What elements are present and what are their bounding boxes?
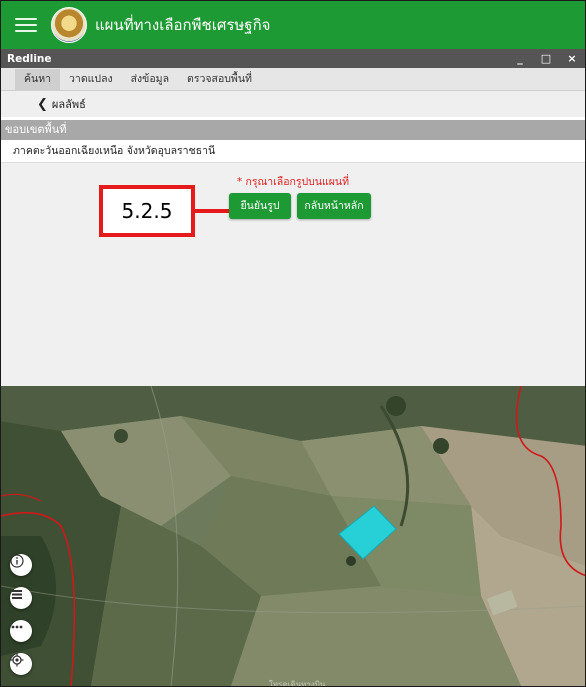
confirm-shape-button[interactable]: ยืนยันรูป	[229, 193, 291, 219]
hint-text: * กรุณาเลือกรูปบนแผนที่	[236, 176, 350, 188]
action-panel: * กรุณาเลือกรูปบนแผนที่ 5.2.5 ยืนยันรูป …	[1, 163, 585, 386]
chevron-left-icon: ❮	[37, 96, 48, 112]
map-view[interactable]: ใหรดูเดินทางบิน	[1, 386, 585, 686]
maximize-button[interactable]: □	[533, 52, 559, 65]
minimize-button[interactable]: _	[507, 52, 533, 65]
tab-search[interactable]: ค้นหา	[15, 69, 61, 90]
callout-connector	[195, 209, 229, 213]
app-bar: แผนที่ทางเลือกพืชเศรษฐกิจ	[1, 1, 585, 49]
step-callout: 5.2.5	[99, 185, 195, 237]
back-home-button[interactable]: กลับหน้าหลัก	[297, 193, 371, 219]
back-label: ผลลัพธ์	[51, 98, 86, 111]
more-icon[interactable]	[10, 620, 32, 642]
tab-submit[interactable]: ส่งข้อมูล	[122, 69, 178, 90]
menu-icon[interactable]	[15, 18, 37, 32]
map-watermark: ใหรดูเดินทางบิน	[269, 680, 326, 686]
section-header: ขอบเขตพื้นที่	[1, 120, 585, 140]
satellite-imagery	[1, 386, 585, 686]
back-to-results[interactable]: ❮ ผลลัพธ์	[1, 91, 585, 117]
window-title: Redline	[7, 52, 52, 65]
list-icon[interactable]	[10, 587, 32, 609]
app-frame: แผนที่ทางเลือกพืชเศรษฐกิจ Redline _ □ × …	[0, 0, 586, 687]
close-button[interactable]: ×	[559, 52, 585, 65]
logo-icon	[51, 7, 87, 43]
info-icon[interactable]	[10, 554, 32, 576]
app-title: แผนที่ทางเลือกพืชเศรษฐกิจ	[95, 16, 271, 34]
tab-bar: ค้นหา วาดแปลง ส่งข้อมูล ตรวจสอบพื้นที่	[1, 68, 585, 91]
region-text: ภาคตะวันออกเฉียงเหนือ จังหวัดอุบลราชธานี	[1, 141, 585, 163]
locate-icon[interactable]	[10, 653, 32, 675]
tab-draw[interactable]: วาดแปลง	[60, 69, 122, 90]
redline-window-bar: Redline _ □ ×	[1, 49, 585, 68]
tab-check-area[interactable]: ตรวจสอบพื้นที่	[178, 69, 261, 90]
